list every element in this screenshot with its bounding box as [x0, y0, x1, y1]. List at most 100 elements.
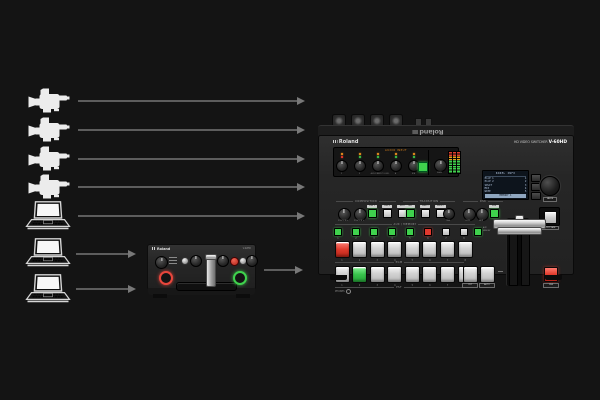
transition-button-tag: MIX [405, 205, 416, 208]
lcd-rows: PinP 1 1 PinP 2 2 SPLIT 3 MIX 4 WIPE 5 [485, 177, 527, 193]
laptop-icon-2 [25, 238, 71, 273]
audio-knob [389, 159, 402, 172]
mode-label: AUX [483, 226, 487, 229]
aux-key-number: 4 [391, 236, 393, 240]
switcher-product-title: HD VIDEO SWITCHER V-60HD [469, 140, 567, 145]
video-switcher-device: Roland Roland HD VIDEO SWITCHER V-60HD A… [318, 112, 574, 295]
pst-key [440, 266, 456, 283]
phones-jack-icon [346, 289, 352, 295]
transition-buttons: MIX WIPE 1 WIPE 2 [405, 205, 446, 218]
aux-memory-key [460, 227, 468, 236]
pgm-key [387, 241, 403, 258]
pgm-label-text: PGM [395, 260, 403, 264]
pst-key [369, 266, 385, 283]
tbar-side-marker [498, 271, 503, 273]
laptop-icon-3 [25, 274, 71, 309]
pst-row-label: PST [335, 286, 464, 289]
lcd-row-value: 5 [524, 190, 527, 194]
audio-main-knob [434, 159, 447, 172]
aux-key-number: 8 [463, 236, 465, 240]
mode-label: MEMORY [483, 229, 491, 232]
mixer-knob-2 [190, 254, 202, 267]
signal-flow-diagram: Roland V-02HD Roland Roland HD VIDEO SWI… [0, 0, 600, 400]
composition-button [367, 209, 377, 218]
cut-button [462, 266, 478, 283]
mixer-tbar-handle [206, 255, 216, 287]
aux-key-number: 1 [337, 236, 339, 240]
mixer-knob-1 [155, 256, 168, 269]
mixer-model-text: V-02HD [242, 247, 251, 250]
audio-section-header: AUDIO INPUT [385, 148, 407, 152]
aux-memory-key [406, 227, 414, 236]
dsk-knob-2 [475, 207, 489, 221]
arrow-camera-1-to-switcher [78, 97, 305, 104]
audio-knob [335, 159, 348, 172]
mixer-roland-logo: Roland [152, 247, 170, 251]
composition-label-text: COMPOSITION [355, 200, 377, 203]
pgm-key [422, 241, 438, 258]
mixer-ring-button-a [158, 271, 173, 285]
audio-led-row-bottom [336, 156, 426, 158]
pst-key [404, 266, 420, 283]
composition-knob-2 [353, 207, 367, 221]
pgm-key-number: 8 [464, 259, 466, 263]
aux-memory-header-text: AUX / MEMORY [393, 222, 417, 226]
transition-time-knob [443, 208, 455, 220]
video-mixer-device: Roland V-02HD [147, 244, 258, 300]
menu-button [530, 174, 541, 182]
dsk-knob-1 [462, 207, 476, 221]
aux-memory-header: AUX / MEMORY [335, 223, 475, 226]
video-camera-icon-1 [28, 88, 70, 118]
mixer-knob-3 [217, 254, 229, 267]
audio-section: AUDIO INPUT 1 2 3 4 5/6 AUDIO INPUT LEVE… [333, 147, 462, 177]
audio-knob [353, 159, 366, 172]
exit-button [530, 183, 541, 191]
pst-key [422, 266, 438, 283]
pst-key-row: 1 2 3 4 5 6 7 [334, 266, 473, 287]
pgm-key [404, 241, 420, 258]
mixer-button-silver-1 [180, 257, 189, 265]
aux-memory-key [442, 227, 450, 236]
aux-key-number: 3 [373, 236, 375, 240]
aux-memory-mode-labels: AUX MEMORY [483, 227, 490, 232]
mixer-red-knob [229, 256, 239, 266]
mixer-knob-4 [245, 254, 258, 267]
transition-section-label: TRANSITION [403, 200, 455, 203]
dsk-label-text: DSK [479, 200, 487, 203]
value-dial [540, 176, 560, 196]
audio-level-label: AUDIO INPUT LEVEL [370, 173, 390, 176]
tbar-arm-right [520, 232, 530, 286]
dsk-red-button-tag: DSK [543, 282, 559, 288]
dsk-on-button-group: PVW [489, 205, 500, 218]
switcher-brand-text: Roland [338, 138, 359, 145]
laptop-icon-1 [25, 201, 71, 236]
switcher-foot [330, 275, 347, 280]
transition-button [405, 209, 415, 218]
pgm-key-row: 1 2 3 4 5 6 7 8 [334, 241, 473, 263]
roland-logo-mark [413, 129, 418, 134]
pgm-key [369, 241, 385, 258]
aux-memory-key [334, 227, 342, 236]
audio-led-row-top [336, 152, 426, 155]
roland-logo-mark [152, 247, 156, 250]
phones-label-text: PHONES [335, 290, 345, 294]
pgm-row-label: PGM [335, 261, 464, 264]
aux-key-number: 5 [409, 236, 411, 240]
auto-button-tag: AUTO [479, 283, 495, 289]
aux-memory-key [370, 227, 378, 236]
transition-label-text: TRANSITION [419, 200, 439, 203]
aux-memory-mode-button [474, 227, 482, 236]
display-button [530, 192, 541, 200]
switcher-foot [545, 275, 562, 280]
dsk-knob-label-2: GAIN [478, 220, 484, 222]
product-line-text: HD VIDEO SWITCHER [513, 140, 548, 144]
aux-memory-keys: 1 2 3 4 5 6 7 8 [334, 227, 468, 240]
pgm-key [352, 241, 368, 258]
aux-key-number: 2 [355, 236, 357, 240]
tbar-arm-left [509, 232, 518, 286]
level-meter [456, 151, 462, 174]
transition-button [420, 209, 430, 218]
audio-divider [427, 150, 429, 175]
audio-knob [371, 159, 384, 172]
arrow-camera-3-to-switcher [78, 155, 305, 162]
